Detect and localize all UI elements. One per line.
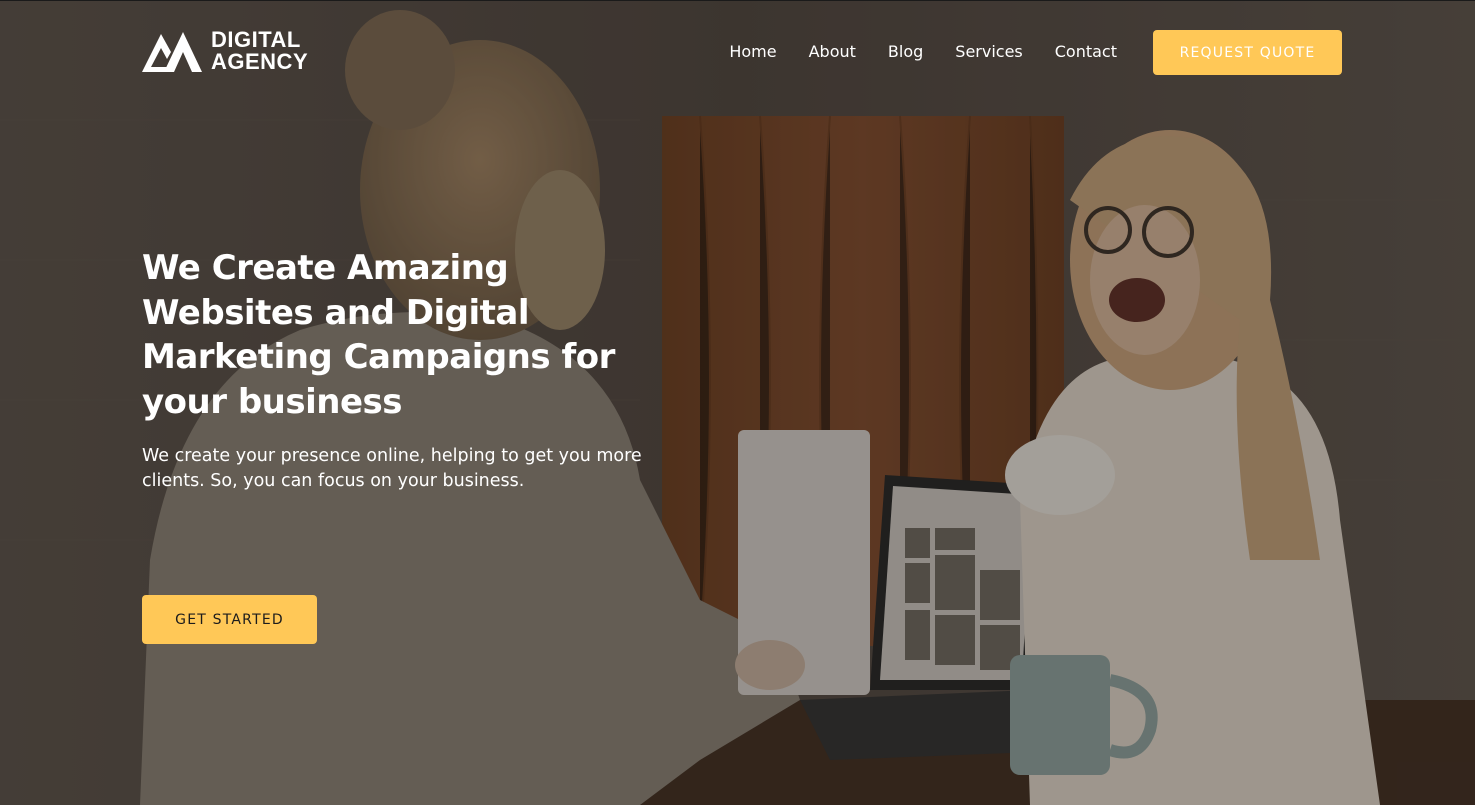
nav-blog[interactable]: Blog: [888, 41, 923, 63]
mountain-logo-icon: [142, 32, 202, 72]
nav-about[interactable]: About: [809, 41, 856, 63]
main-nav: Home About Blog Services Contact: [729, 41, 1117, 63]
brand-wordmark: DIGITAL AGENCY: [211, 29, 308, 73]
nav-services[interactable]: Services: [955, 41, 1022, 63]
nav-contact[interactable]: Contact: [1055, 41, 1117, 63]
get-started-button[interactable]: GET STARTED: [142, 595, 317, 644]
brand-line-2: AGENCY: [211, 49, 309, 74]
hero-section: DIGITAL AGENCY Home About Blog Services …: [0, 0, 1475, 805]
brand-logo[interactable]: DIGITAL AGENCY: [142, 28, 308, 74]
top-border: [0, 0, 1475, 1]
hero-headline: We Create Amazing Websites and Digital M…: [142, 248, 615, 422]
brand-line-1: DIGITAL: [211, 27, 301, 52]
request-quote-button[interactable]: REQUEST QUOTE: [1153, 30, 1342, 75]
nav-home[interactable]: Home: [729, 41, 776, 63]
hero-subtext: We create your presence online, helping …: [142, 446, 642, 491]
